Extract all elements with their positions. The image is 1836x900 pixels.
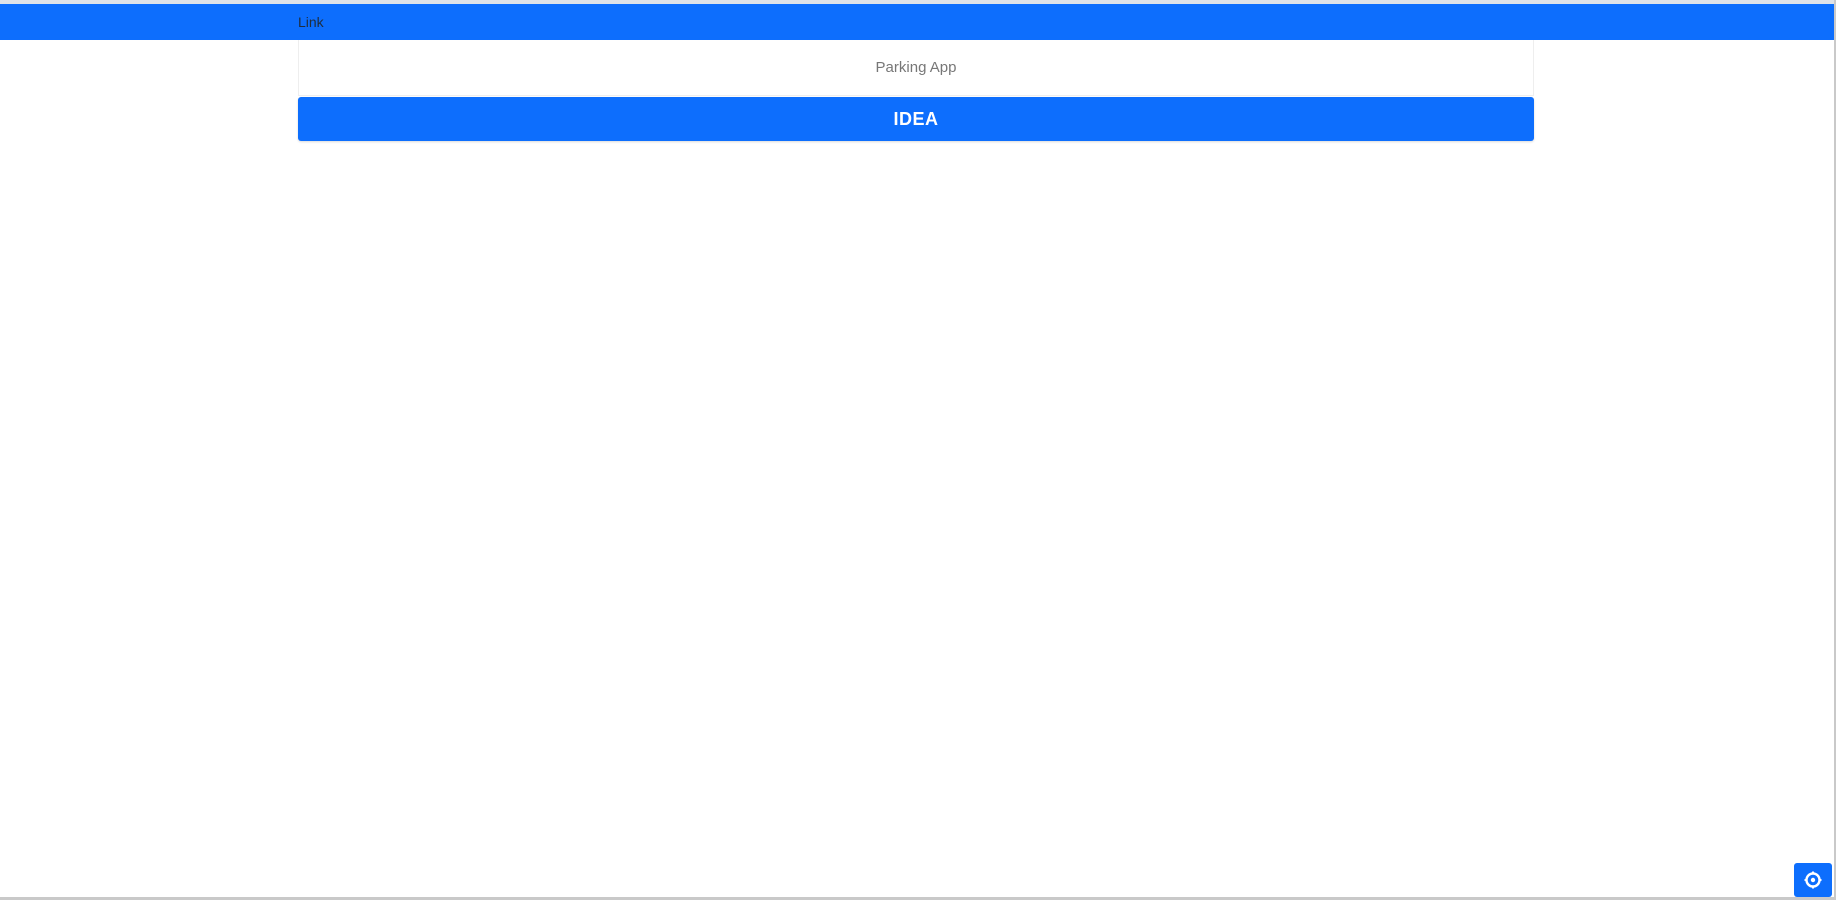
settings-button[interactable] [1794,863,1832,897]
navbar-brand-link[interactable]: Link [298,13,324,31]
app-subtitle: Parking App [875,59,957,76]
navbar: Link [0,4,1836,40]
idea-button[interactable]: IDEA [298,97,1534,141]
gear-icon [1804,871,1822,889]
header-card: Parking App [298,40,1534,96]
page: Link Parking App IDEA [0,0,1836,900]
